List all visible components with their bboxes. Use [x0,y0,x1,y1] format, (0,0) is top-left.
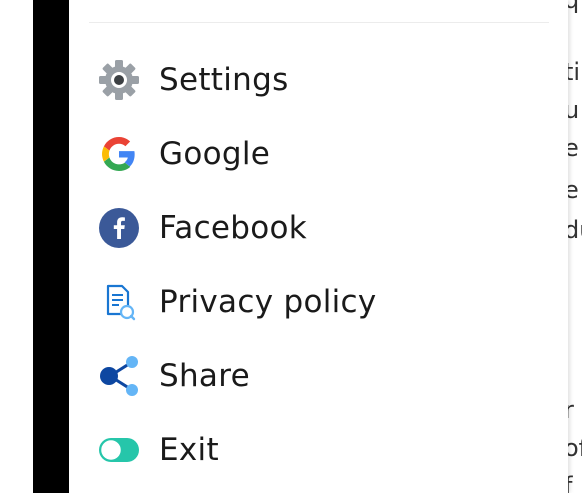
menu-item-label: Facebook [159,210,308,246]
background-page: q ti u e e du r of f [566,0,582,493]
facebook-icon [97,206,141,250]
background-text-fragment: ti [566,58,581,86]
menu-item-google[interactable]: Google [97,126,537,182]
menu-item-share[interactable]: Share [97,348,537,404]
menu-item-exit[interactable]: Exit [97,422,537,478]
toggle-icon [97,428,141,472]
menu-item-label: Settings [159,62,289,98]
menu-item-label: Google [159,136,271,172]
menu-item-facebook[interactable]: Facebook [97,200,537,256]
app-screen: q ti u e e du r of f [0,0,582,493]
left-dark-bar [33,0,69,493]
share-icon [97,354,141,398]
menu-item-label: Share [159,358,250,394]
menu-item-privacy-policy[interactable]: Privacy policy [97,274,537,330]
drawer-divider [89,22,549,23]
background-text-fragment: du [566,216,582,244]
menu-item-label: Privacy policy [159,284,377,320]
privacy-policy-icon [97,280,141,324]
menu-item-label: Exit [159,432,219,468]
background-text-fragment: of [566,434,582,462]
google-icon [97,132,141,176]
navigation-drawer: Settings Google Facebook Privacy policy … [69,0,568,493]
menu-item-settings[interactable]: Settings [97,52,537,108]
gear-icon [97,58,141,102]
